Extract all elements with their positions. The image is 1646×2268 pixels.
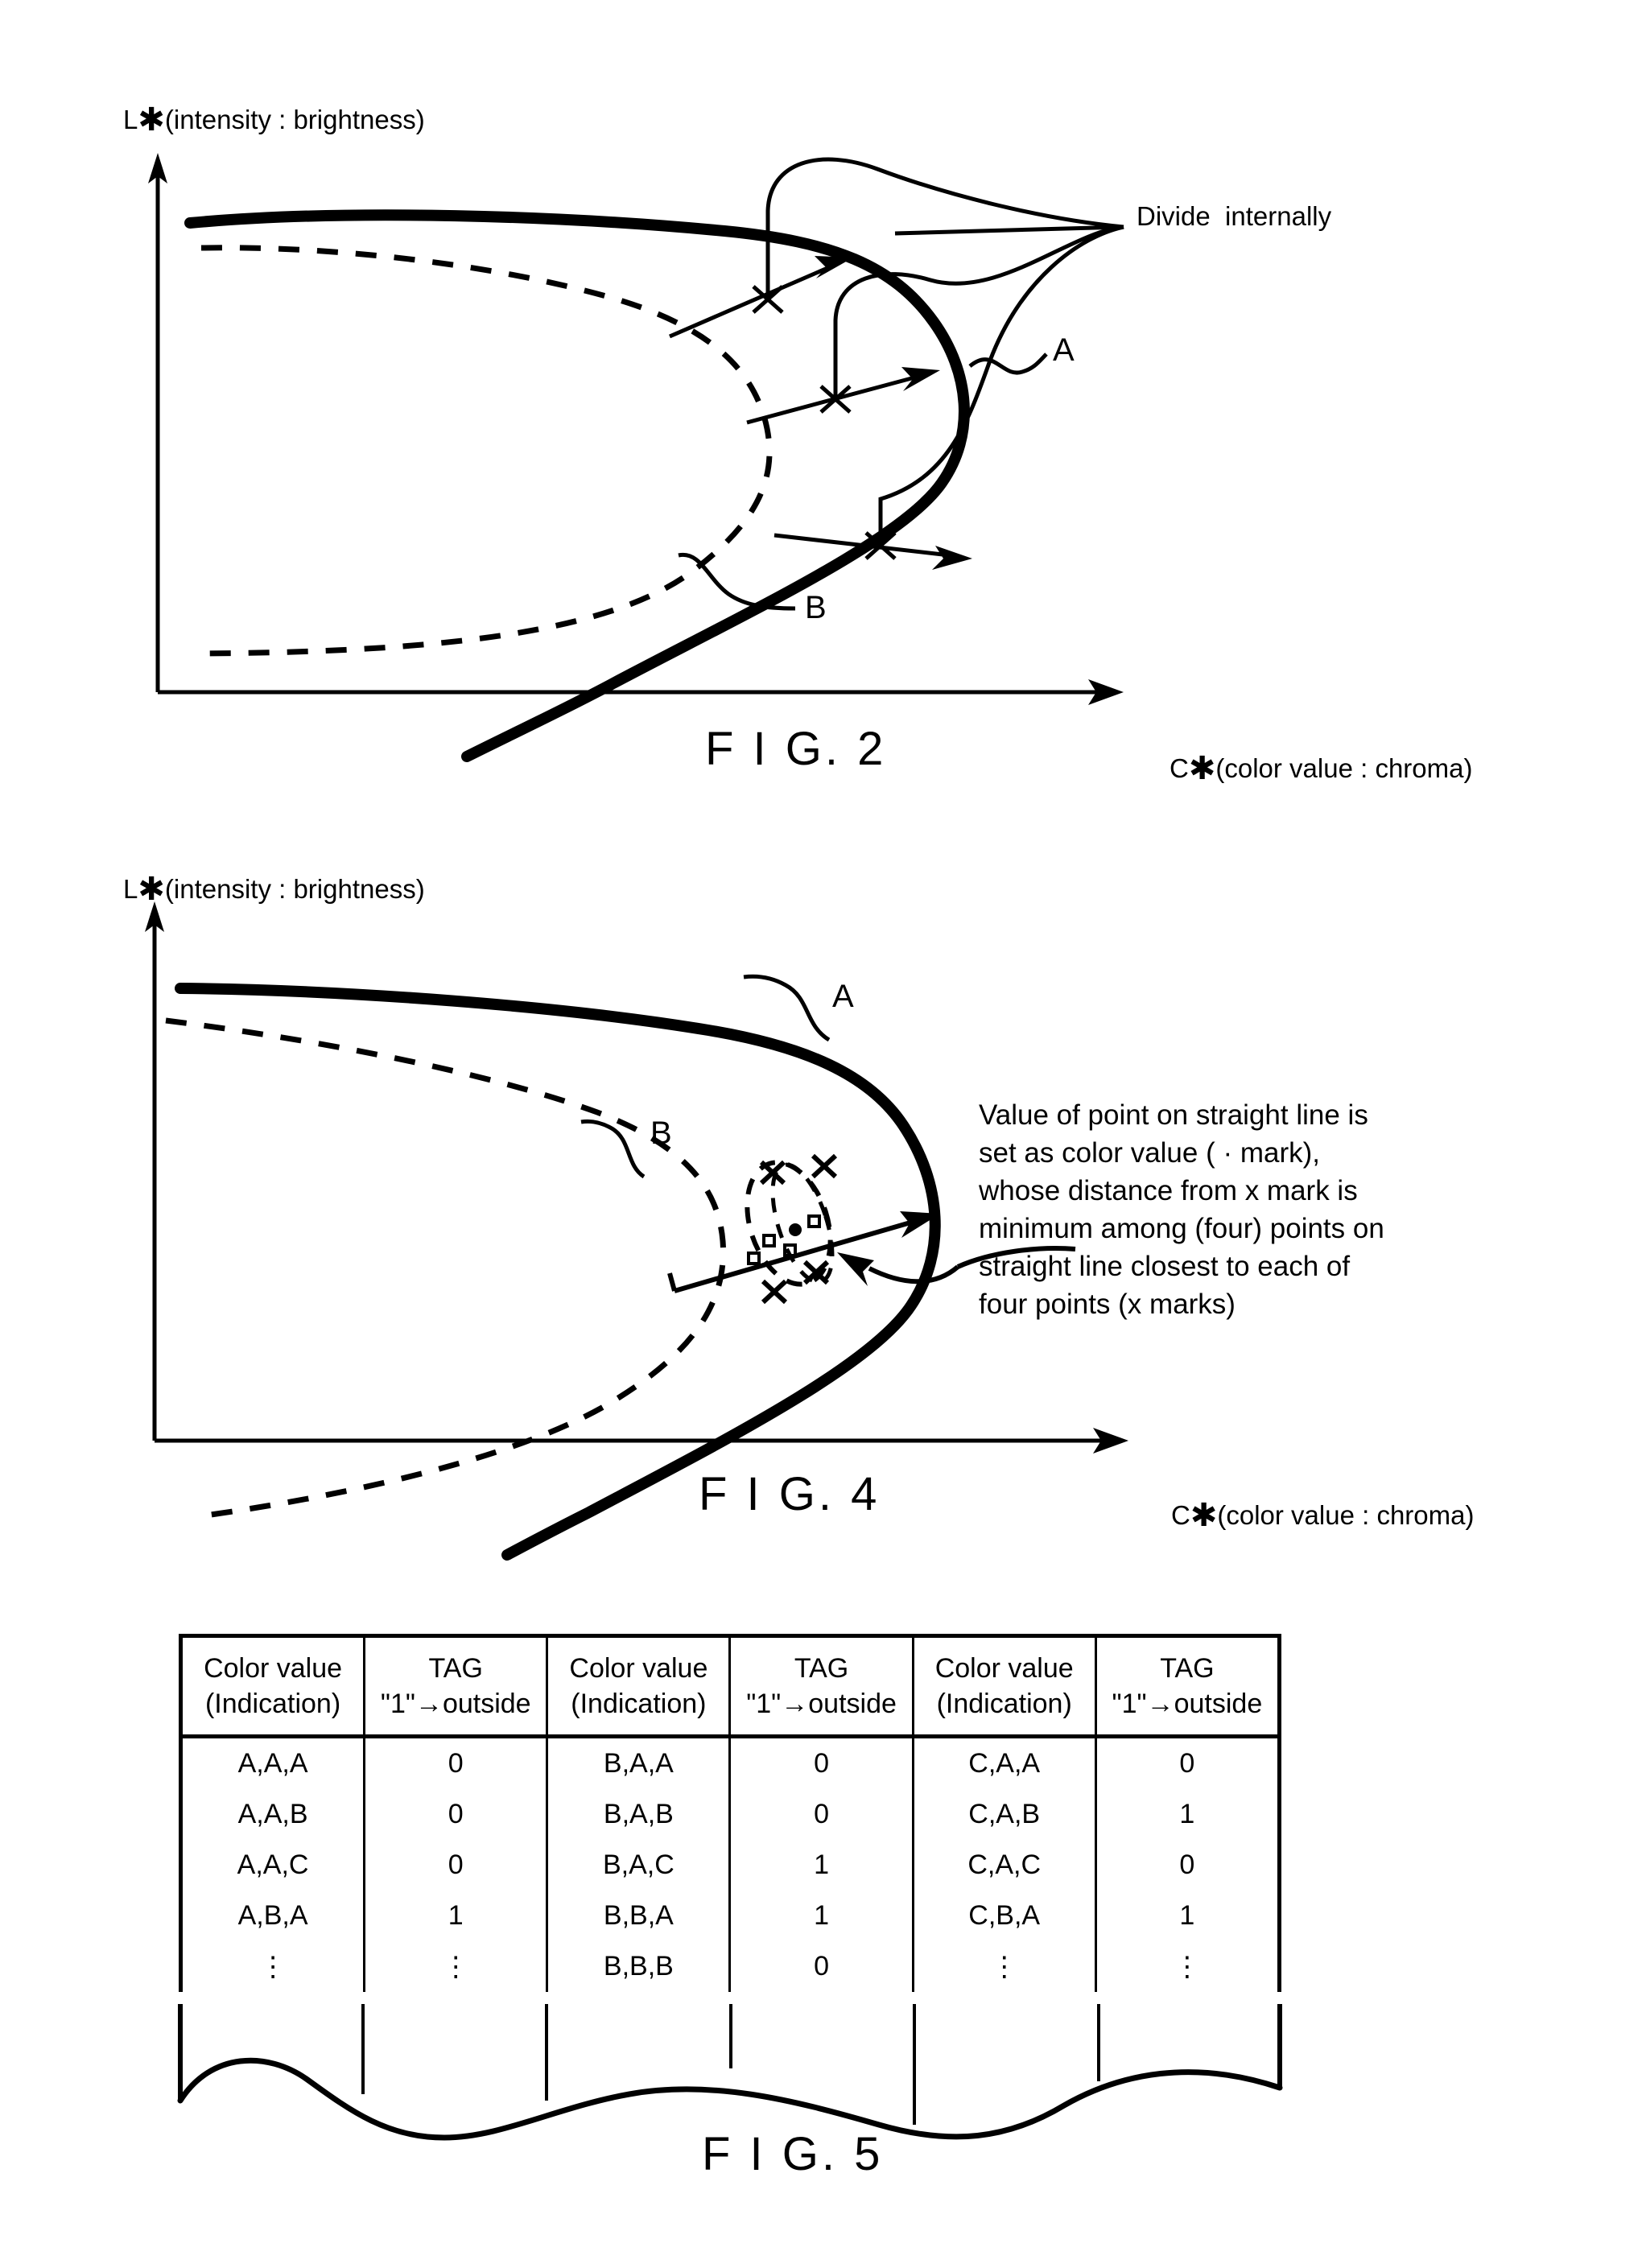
fig2-divide-internally-label: Divide internally	[1137, 201, 1332, 231]
table-cell: C,B,A	[911, 1891, 1097, 1941]
fig2-label-a-leader	[968, 353, 1048, 375]
header-line-2: "1"→outside	[380, 1689, 531, 1719]
table-row-ellipsis: ⋮ ⋮ B,B,B 0 ⋮ ⋮	[178, 1941, 1282, 1992]
header-line-1: Color value	[204, 1653, 343, 1684]
table-cell: B,A,A	[546, 1736, 732, 1789]
fig2-x-axis-label: C✱(color value : chroma)	[1125, 726, 1472, 811]
fig4-x-axis-text: (color value : chroma)	[1217, 1500, 1475, 1530]
fig4-annotation-leader	[868, 1264, 959, 1285]
table-cell: 0	[728, 1789, 914, 1840]
fig2-curve-b-inner-boundary	[200, 245, 773, 657]
table-cell: B,A,B	[546, 1789, 732, 1840]
table-cell: B,B,B	[546, 1941, 732, 1992]
table-row: A,B,A 1 B,B,A 1 C,B,A 1	[178, 1891, 1282, 1941]
torn-edge-wave	[177, 2057, 1283, 2141]
fig5-caption: F I G. 5	[702, 2128, 884, 2180]
fig2-curve-a-outer-boundary	[184, 209, 970, 762]
table-cell: 0	[363, 1840, 549, 1891]
fig2-curve-a-label: A	[1053, 332, 1075, 368]
fig4-label-a-leader	[743, 974, 831, 1042]
header-line-1: TAG	[794, 1653, 849, 1684]
table-header-cell: TAG "1"→outside	[728, 1634, 914, 1738]
table-cell: B,B,A	[546, 1891, 732, 1941]
table-header-cell: Color value (Indication)	[546, 1634, 732, 1738]
fig2-mapping-arrow-3	[932, 546, 972, 570]
table-cell: 1	[728, 1891, 914, 1941]
table-cell: 1	[363, 1891, 549, 1941]
table-header-row: Color value (Indication) TAG "1"→outside…	[178, 1634, 1282, 1738]
header-line-1: TAG	[428, 1653, 483, 1684]
table-cell: 0	[728, 1736, 914, 1789]
asterisk-icon: ✱	[1190, 1498, 1218, 1533]
header-line-2: (Indication)	[571, 1689, 707, 1719]
fig4-dot-marks	[747, 1214, 821, 1265]
header-line-1: Color value	[934, 1653, 1074, 1684]
fig4-caption: F I G. 4	[699, 1468, 881, 1520]
tag-lookup-table: Color value (Indication) TAG "1"→outside…	[178, 1634, 1282, 1992]
fig4-axes	[152, 919, 1109, 1443]
table-cell: 0	[728, 1941, 914, 1992]
fig2-curve-b-label: B	[805, 590, 827, 625]
fig4-annotation-arrowhead	[837, 1252, 874, 1286]
table-cell: 0	[363, 1736, 549, 1789]
table-cell: A,A,B	[178, 1789, 366, 1840]
table-cell: ⋮	[1094, 1941, 1282, 1992]
table-cell: 1	[728, 1840, 914, 1891]
table-torn-bottom-edge	[177, 2004, 1283, 2141]
fig2-drawing	[148, 153, 1124, 762]
fig2-x-axis-text: (color value : chroma)	[1215, 753, 1473, 783]
table-row: A,A,A 0 B,A,A 0 C,A,A 0	[178, 1736, 1282, 1789]
table-header-cell: TAG "1"→outside	[363, 1634, 549, 1738]
fig2-mapping-line-1	[669, 263, 834, 339]
fig4-curve-b-label: B	[650, 1115, 672, 1151]
fig4-selected-point	[789, 1223, 802, 1236]
header-line-2: (Indication)	[936, 1689, 1072, 1719]
figure-5: Color value (Indication) TAG "1"→outside…	[0, 1577, 1646, 2268]
table-cell: 0	[1094, 1736, 1282, 1789]
table-row: A,A,B 0 B,A,B 0 C,A,B 1	[178, 1789, 1282, 1840]
fig4-x-axis-label: C✱(color value : chroma)	[1127, 1473, 1474, 1558]
fig4-curve-a-label: A	[832, 979, 854, 1014]
table-header-cell: Color value (Indication)	[178, 1634, 366, 1738]
table-header-cell: TAG "1"→outside	[1094, 1634, 1282, 1738]
asterisk-icon: ✱	[1188, 751, 1216, 786]
table-cell: C,A,C	[911, 1840, 1097, 1891]
table-cell: A,A,A	[178, 1736, 366, 1789]
table-cell: ⋮	[363, 1941, 549, 1992]
table-header-cell: Color value (Indication)	[911, 1634, 1097, 1738]
table-cell: B,A,C	[546, 1840, 732, 1891]
header-line-2: "1"→outside	[746, 1689, 897, 1719]
table-cell: ⋮	[178, 1941, 366, 1992]
table-cell: 0	[363, 1789, 549, 1840]
table-cell: C,A,B	[911, 1789, 1097, 1840]
table-cell: 1	[1094, 1891, 1282, 1941]
header-line-2: (Indication)	[204, 1689, 341, 1719]
table-cell: C,A,A	[911, 1736, 1097, 1789]
header-line-1: Color value	[569, 1653, 708, 1684]
header-line-2: "1"→outside	[1112, 1689, 1263, 1719]
table-cell: ⋮	[911, 1941, 1097, 1992]
fig4-x-axis-symbol: C	[1171, 1500, 1190, 1530]
fig2-caption: F I G. 2	[705, 723, 887, 775]
tag-lookup-table-wrap: Color value (Indication) TAG "1"→outside…	[178, 1634, 1282, 2012]
table-cell: 0	[1094, 1840, 1282, 1891]
figure-4: L✱(intensity : brightness) A B Value of …	[0, 805, 1646, 1561]
table-cell: A,A,C	[178, 1840, 366, 1891]
figure-2: L✱(intensity : brightness) Divide intern…	[0, 0, 1646, 789]
fig4-annotation-text: Value of point on straight line is set a…	[979, 1099, 1384, 1320]
header-line-1: TAG	[1160, 1653, 1215, 1684]
patent-figure-sheet: L✱(intensity : brightness) Divide intern…	[0, 0, 1646, 2268]
table-row: A,A,C 0 B,A,C 1 C,A,C 0	[178, 1840, 1282, 1891]
fig2-mapping-arrow-1	[815, 256, 853, 278]
fig2-x-axis-symbol: C	[1170, 753, 1189, 783]
table-cell: A,B,A	[178, 1891, 366, 1941]
table-cell: 1	[1094, 1789, 1282, 1840]
